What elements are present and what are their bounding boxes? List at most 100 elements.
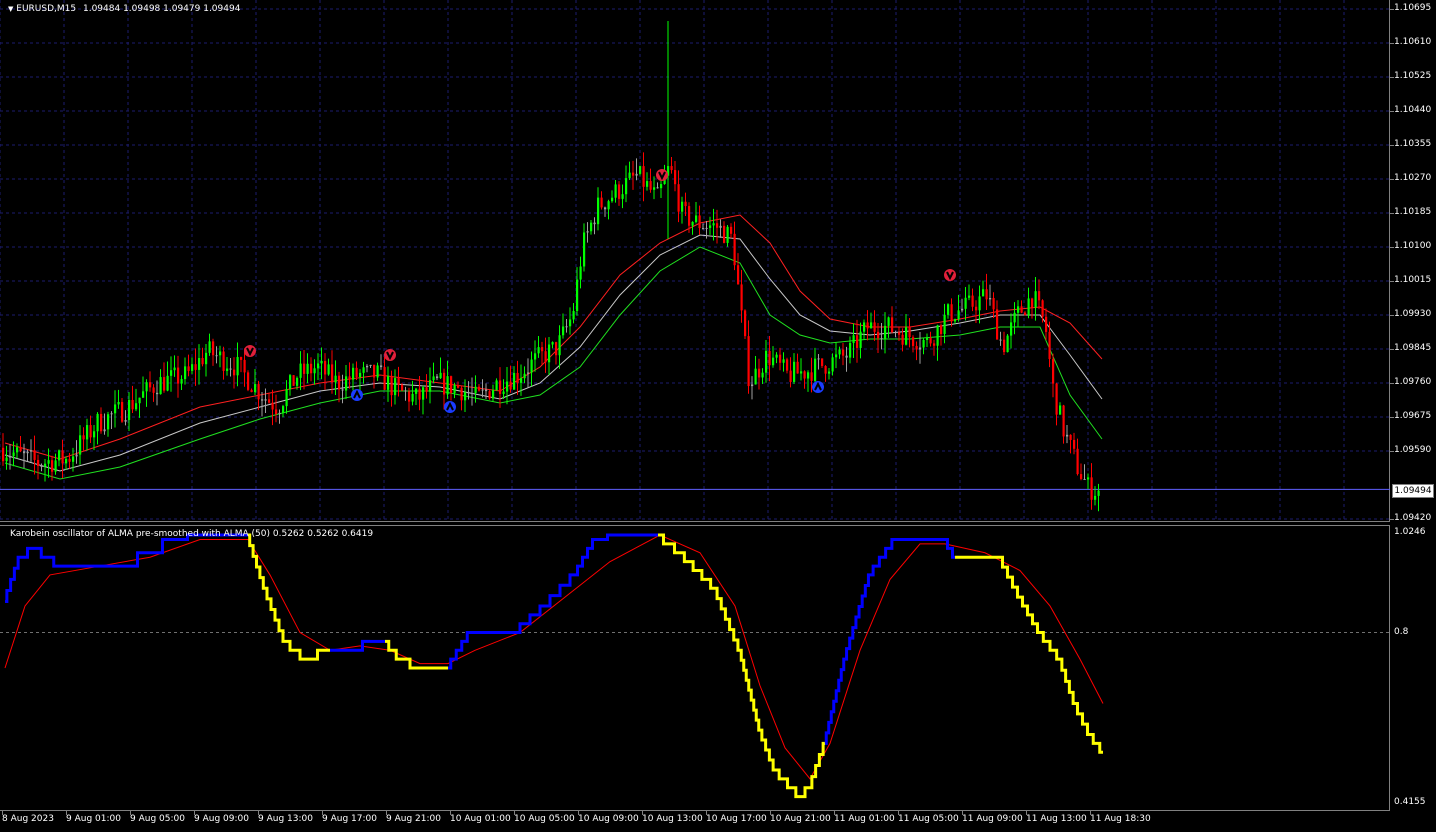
chart-canvas[interactable] (0, 0, 1436, 832)
candle (632, 160, 635, 190)
candle (1024, 311, 1027, 316)
candle (761, 368, 764, 384)
triangle-down-icon[interactable]: ▼ (8, 5, 13, 13)
price-axis-label: 1.10695 (1394, 3, 1432, 13)
candle (1045, 308, 1048, 341)
candle (338, 371, 341, 403)
buy-arrow-icon (444, 401, 456, 413)
candle (460, 386, 463, 411)
candle (439, 357, 442, 380)
candle (282, 404, 285, 418)
candle (436, 373, 439, 381)
candle (93, 425, 96, 451)
candle (950, 298, 953, 327)
candle (429, 367, 432, 404)
candle (1038, 279, 1041, 310)
candle (478, 383, 481, 392)
time-axis-label: 10 Aug 21:00 (770, 814, 831, 824)
candle (586, 222, 589, 243)
candle (628, 161, 631, 181)
candle (16, 443, 19, 459)
candle (331, 350, 334, 394)
candle (513, 366, 516, 391)
candle (324, 353, 327, 390)
candle (390, 370, 393, 407)
candle (579, 256, 582, 289)
oscillator-segment (775, 768, 800, 799)
oscillator-segment (800, 786, 810, 799)
oscillator-segment (285, 639, 305, 661)
candle (803, 370, 806, 389)
oscillator-segment (760, 728, 775, 772)
candle (334, 360, 337, 395)
candle (261, 392, 264, 417)
candle (145, 379, 148, 407)
oscillator-segment (739, 648, 761, 732)
oscillator-segment (715, 586, 740, 652)
candle (978, 285, 981, 324)
oscillator-segment (1000, 555, 1020, 599)
candle (250, 388, 253, 393)
candle (1017, 300, 1020, 328)
time-axis-label: 8 Aug 2023 (2, 814, 54, 824)
candle (1087, 473, 1090, 490)
candle (789, 357, 792, 388)
candle (516, 360, 519, 395)
oscillator-segment (810, 741, 825, 790)
candle (170, 356, 173, 392)
candle (149, 371, 152, 392)
time-axis-label: 9 Aug 13:00 (258, 814, 313, 824)
candle (285, 380, 288, 414)
candle (1066, 424, 1069, 444)
candle (905, 314, 908, 346)
candle (394, 369, 397, 405)
candle (166, 361, 169, 392)
candle (233, 357, 236, 389)
oscillator-segment (515, 604, 545, 635)
candle (719, 219, 722, 238)
candle (922, 337, 925, 355)
candle (432, 362, 435, 384)
candle (537, 336, 540, 358)
candle (299, 351, 302, 391)
candle (1059, 402, 1062, 415)
candle (726, 225, 729, 247)
chart-title[interactable]: ▼ EURUSD,M15 1.09484 1.09498 1.09479 1.0… (8, 4, 240, 14)
time-axis-label: 9 Aug 01:00 (66, 814, 121, 824)
candle (635, 158, 638, 181)
candle (954, 318, 957, 324)
oscillator-segment (5, 555, 20, 604)
candle (229, 357, 232, 377)
price-axis-label: 1.09760 (1394, 377, 1432, 387)
oscillator-segment (870, 537, 895, 577)
candle (124, 410, 127, 426)
candle (926, 333, 929, 347)
candle (240, 356, 243, 373)
candle (852, 323, 855, 359)
candle (758, 358, 761, 390)
candle (1055, 382, 1058, 426)
time-axis-label: 10 Aug 17:00 (706, 814, 767, 824)
trading-terminal: ▼ EURUSD,M15 1.09484 1.09498 1.09479 1.0… (0, 0, 1436, 832)
ohlc-values: 1.09484 1.09498 1.09479 1.09494 (82, 4, 241, 14)
candle (1020, 300, 1023, 314)
candle (271, 389, 274, 426)
candle (639, 165, 642, 176)
oscillator-segment (400, 657, 420, 670)
oscillator-segment (1090, 733, 1103, 754)
candle (208, 333, 211, 356)
candle (782, 352, 785, 372)
candle (765, 340, 768, 383)
candle (1062, 404, 1065, 444)
candle (443, 368, 446, 410)
candle (541, 341, 544, 366)
candle (1003, 331, 1006, 356)
candle (551, 341, 554, 349)
candle (548, 337, 551, 376)
candle (9, 444, 12, 470)
candle (681, 196, 684, 224)
candle (61, 439, 64, 479)
candle (1090, 463, 1093, 510)
oscillator-segment (1060, 657, 1075, 705)
time-axis-label: 10 Aug 05:00 (514, 814, 575, 824)
